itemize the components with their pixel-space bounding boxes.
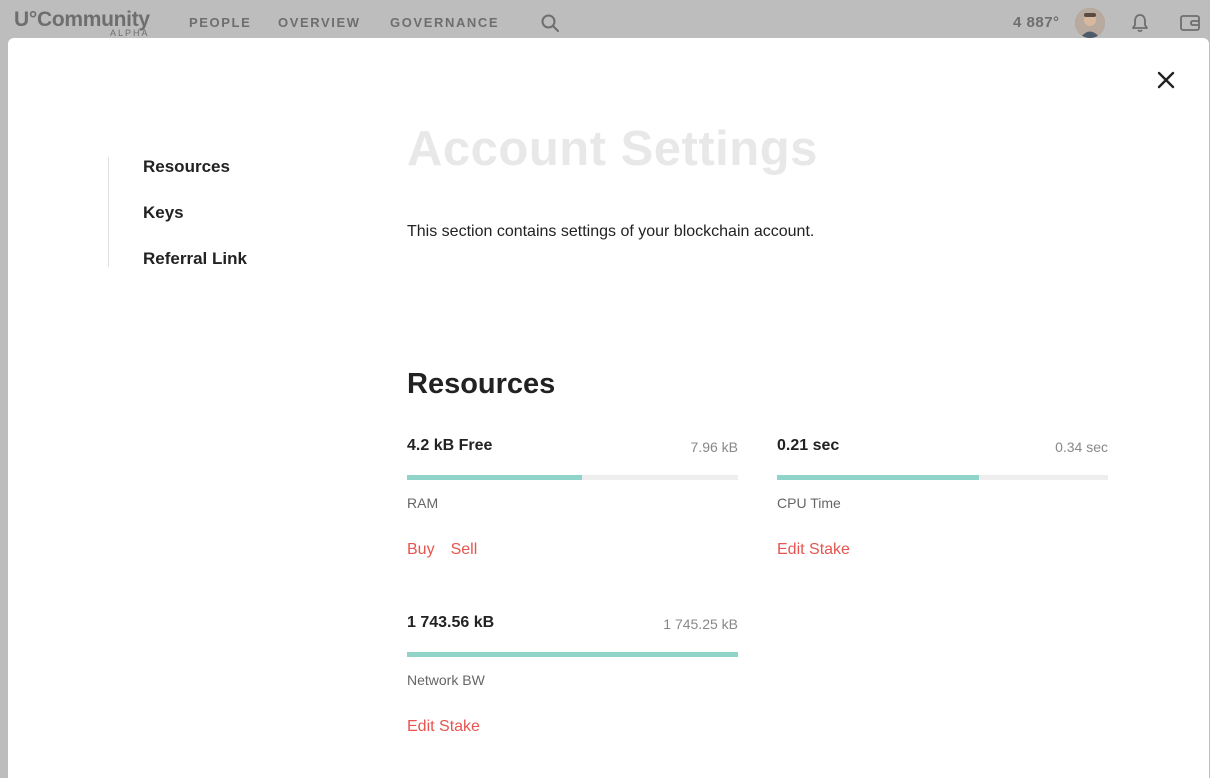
resource-actions: Buy Sell: [407, 541, 493, 559]
bell-icon[interactable]: [1130, 13, 1150, 33]
settings-sidebar: Resources Keys Referral Link: [108, 157, 247, 268]
resource-progress-bar: [407, 475, 738, 480]
nav-link-governance[interactable]: GOVERNANCE: [390, 15, 499, 30]
page-description: This section contains settings of your b…: [407, 223, 815, 240]
nav-link-overview[interactable]: OVERVIEW: [278, 15, 361, 30]
close-icon[interactable]: [1156, 70, 1176, 90]
sell-ram-button[interactable]: Sell: [451, 541, 478, 558]
resource-progress-fill: [777, 475, 979, 480]
edit-network-stake-button[interactable]: Edit Stake: [407, 718, 480, 735]
resource-actions: Edit Stake: [777, 541, 866, 559]
resource-max: 1 745.25 kB: [663, 616, 738, 632]
resource-actions: Edit Stake: [407, 718, 496, 736]
resource-progress-fill: [407, 652, 738, 657]
resource-label: Network BW: [407, 672, 485, 688]
resource-cpu: 0.21 sec 0.34 sec CPU Time Edit Stake: [777, 437, 1108, 567]
balance: 4 887°: [1013, 14, 1060, 31]
resource-ram: 4.2 kB Free 7.96 kB RAM Buy Sell: [407, 437, 738, 567]
resource-progress-fill: [407, 475, 583, 480]
account-settings-modal: Resources Keys Referral Link Account Set…: [8, 38, 1209, 778]
resource-value: 1 743.56 kB: [407, 614, 495, 631]
resource-value: 0.21 sec: [777, 437, 840, 454]
resource-label: CPU Time: [777, 495, 841, 511]
wallet-icon[interactable]: [1179, 13, 1201, 33]
sidebar-item-keys[interactable]: Keys: [143, 203, 184, 223]
resource-max: 7.96 kB: [690, 439, 738, 455]
sidebar-item-referral-link[interactable]: Referral Link: [143, 249, 247, 269]
sidebar-item-resources[interactable]: Resources: [143, 157, 230, 177]
resource-progress-bar: [407, 652, 738, 657]
search-icon[interactable]: [540, 13, 560, 33]
resources-section-title: Resources: [407, 368, 556, 400]
avatar-image: [1075, 8, 1105, 38]
resource-label: RAM: [407, 495, 439, 511]
resource-progress-bar: [777, 475, 1108, 480]
buy-ram-button[interactable]: Buy: [407, 541, 435, 558]
resource-value: 4.2 kB Free: [407, 437, 493, 454]
logo-alpha-badge: ALPHA: [110, 28, 150, 38]
edit-cpu-stake-button[interactable]: Edit Stake: [777, 541, 850, 558]
avatar[interactable]: [1075, 8, 1105, 38]
resource-max: 0.34 sec: [1055, 439, 1108, 455]
resource-network-bw: 1 743.56 kB 1 745.25 kB Network BW Edit …: [407, 614, 738, 744]
page-title: Account Settings: [407, 122, 818, 176]
nav-link-people[interactable]: PEOPLE: [189, 15, 251, 30]
